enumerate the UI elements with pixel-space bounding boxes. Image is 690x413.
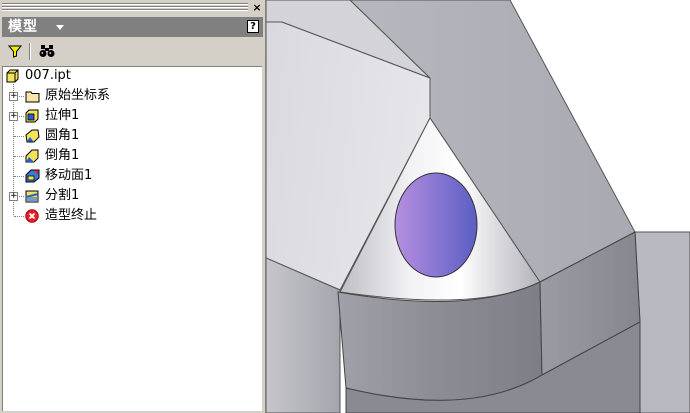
panel-title-bar[interactable]: 模型 ? <box>2 17 263 37</box>
model-render <box>266 0 690 413</box>
model-tree: 007.ipt + 原始坐标系 + 拉伸1 圆角1 倒角1 移动面1 + 分割1… <box>2 66 262 411</box>
tree-item-label: 倒角1 <box>45 148 80 163</box>
chamfer-icon <box>25 149 39 163</box>
right-face <box>634 231 690 413</box>
panel-title[interactable]: 模型 <box>8 18 38 36</box>
tree-item-label: 移动面1 <box>45 168 93 183</box>
panel-grip[interactable] <box>2 3 248 11</box>
part-icon <box>6 69 19 83</box>
tree-item-label: 造型终止 <box>45 208 98 223</box>
fillet-icon <box>25 129 40 143</box>
close-icon[interactable]: × <box>251 2 263 14</box>
end-of-part-icon <box>25 209 39 223</box>
tree-item-label: 007.ipt <box>25 68 71 83</box>
toolbar-separator <box>29 43 30 60</box>
tree-item-label: 圆角1 <box>45 128 80 143</box>
tree-item-label: 拉伸1 <box>45 108 80 123</box>
help-icon[interactable]: ? <box>247 20 259 33</box>
graphics-viewport[interactable] <box>266 0 690 413</box>
move-face-icon <box>25 169 40 183</box>
tree-item-label: 原始坐标系 <box>45 88 111 103</box>
model-browser-panel: × 模型 ? 007.ipt + 原始坐标系 + 拉伸1 圆角1 倒角1 移动面… <box>0 0 266 413</box>
tree-item-label: 分割1 <box>45 188 80 203</box>
chevron-down-icon[interactable] <box>56 25 64 30</box>
binoculars-icon[interactable] <box>39 44 55 58</box>
expand-icon[interactable]: + <box>9 92 18 101</box>
split-face-ellipse <box>394 172 478 278</box>
extrude-icon <box>25 109 39 123</box>
browser-toolbar <box>2 40 263 64</box>
expand-icon[interactable]: + <box>9 112 18 121</box>
expand-icon[interactable]: + <box>9 192 18 201</box>
split-icon <box>25 190 39 203</box>
funnel-icon[interactable] <box>8 44 22 58</box>
folder-icon <box>25 91 40 103</box>
